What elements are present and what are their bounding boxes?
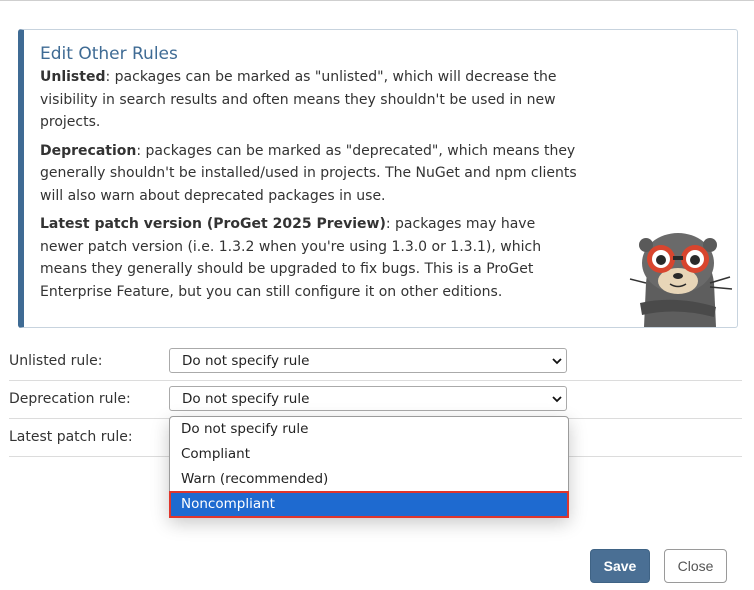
info-description: Unlisted: packages can be marked as "unl… bbox=[40, 66, 580, 309]
info-panel: Edit Other Rules Unlisted: packages can … bbox=[18, 29, 738, 328]
row-divider bbox=[9, 380, 742, 381]
deprecation-paragraph: Deprecation: packages can be marked as "… bbox=[40, 140, 580, 208]
patch-paragraph: Latest patch version (ProGet 2025 Previe… bbox=[40, 213, 580, 303]
unlisted-rule-label: Unlisted rule: bbox=[9, 353, 103, 369]
option-label: Noncompliant bbox=[181, 496, 275, 512]
deprecation-rule-value: Do not specify rule bbox=[182, 391, 310, 407]
otter-mascot-illustration bbox=[629, 233, 733, 327]
chevron-down-icon bbox=[552, 396, 562, 403]
unlisted-rule-value: Do not specify rule bbox=[182, 353, 310, 369]
save-button[interactable]: Save bbox=[590, 549, 650, 583]
option-label: Compliant bbox=[181, 446, 251, 462]
dropdown-option-compliant[interactable]: Compliant bbox=[170, 442, 568, 467]
option-label: Warn (recommended) bbox=[181, 471, 329, 487]
info-title: Edit Other Rules bbox=[40, 44, 178, 64]
patch-rule-label: Latest patch rule: bbox=[9, 429, 133, 445]
deprecation-rule-label: Deprecation rule: bbox=[9, 391, 131, 407]
unlisted-rule-select[interactable]: Do not specify rule bbox=[169, 348, 567, 373]
chevron-down-icon bbox=[552, 358, 562, 365]
rule-dropdown-list[interactable]: Do not specify rule Compliant Warn (reco… bbox=[169, 416, 569, 518]
unlisted-paragraph: Unlisted: packages can be marked as "unl… bbox=[40, 66, 580, 134]
deprecation-term: Deprecation bbox=[40, 142, 137, 159]
dropdown-option-noncompliant[interactable]: Noncompliant bbox=[169, 491, 569, 518]
dropdown-option-do-not-specify[interactable]: Do not specify rule bbox=[170, 417, 568, 442]
top-divider bbox=[0, 0, 754, 1]
unlisted-term: Unlisted bbox=[40, 69, 106, 85]
dropdown-option-warn[interactable]: Warn (recommended) bbox=[170, 467, 568, 492]
close-button[interactable]: Close bbox=[664, 549, 727, 583]
option-label: Do not specify rule bbox=[181, 421, 309, 437]
patch-term: Latest patch version (ProGet 2025 Previe… bbox=[40, 216, 386, 232]
deprecation-rule-select[interactable]: Do not specify rule bbox=[169, 386, 567, 411]
unlisted-desc: : packages can be marked as "unlisted", … bbox=[40, 69, 557, 130]
